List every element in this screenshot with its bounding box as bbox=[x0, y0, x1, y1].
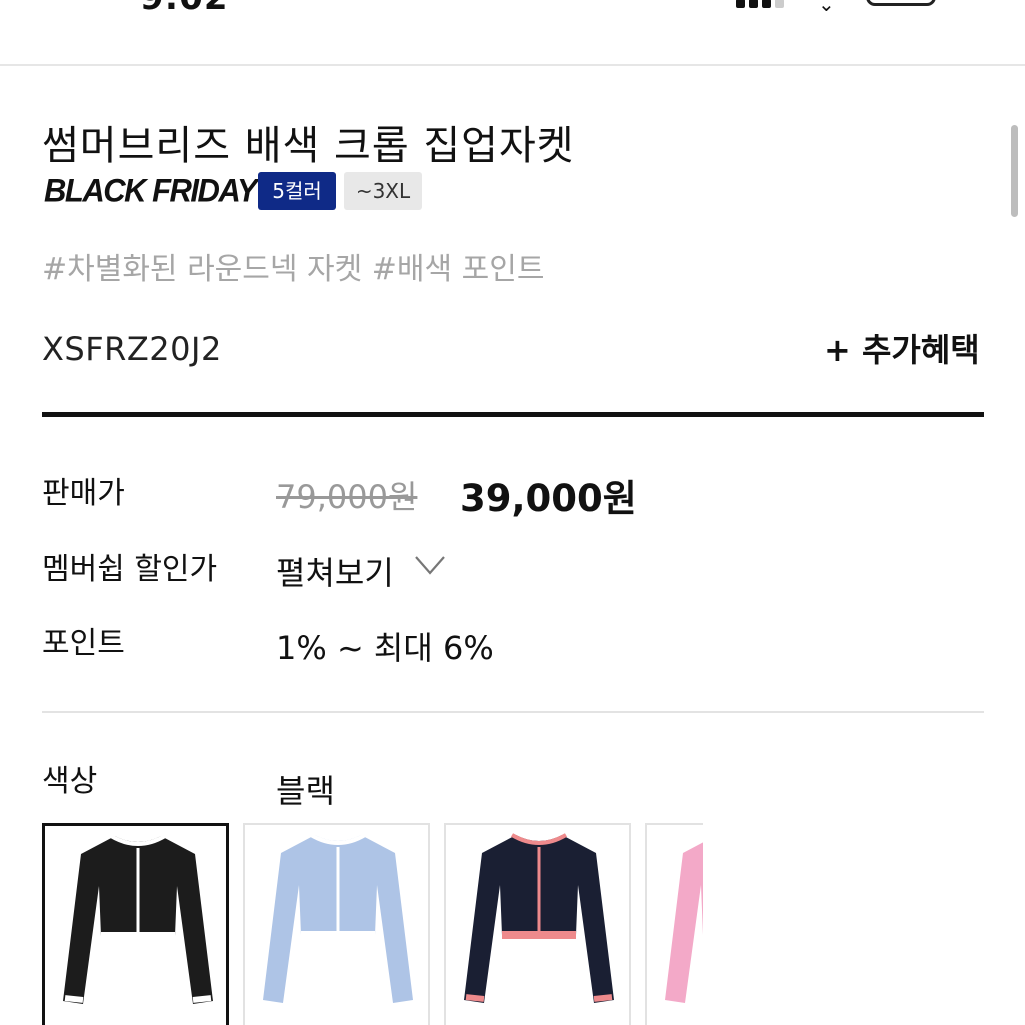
battery-icon bbox=[866, 0, 936, 6]
status-bar: 9:02 ⌄ bbox=[0, 0, 1025, 66]
size-range-badge: ~3XL bbox=[344, 172, 422, 210]
signal-icon bbox=[736, 0, 796, 8]
color-count-badge: 5컬러 bbox=[258, 172, 336, 210]
black-friday-logo: BLACK FRIDAY bbox=[44, 172, 258, 209]
selected-color-name: 블랙 bbox=[276, 772, 335, 810]
product-hashtags: #차별화된 라운드넥 자켓 #배색 포인트 bbox=[42, 252, 545, 287]
point-label: 포인트 bbox=[42, 626, 125, 661]
jacket-sky-blue-image bbox=[263, 833, 413, 1003]
status-time: 9:02 bbox=[140, 0, 229, 18]
scrollbar[interactable] bbox=[1011, 125, 1018, 217]
color-swatch-list bbox=[42, 823, 703, 1025]
product-title: 썸머브리즈 배색 크롭 집업자켓 bbox=[42, 123, 575, 169]
wifi-icon: ⌄ bbox=[818, 0, 835, 16]
expand-membership-toggle[interactable]: 펼쳐보기 bbox=[276, 548, 394, 594]
chevron-down-icon[interactable] bbox=[414, 553, 446, 577]
divider bbox=[42, 711, 984, 713]
jacket-pink-image bbox=[665, 842, 703, 1003]
color-swatch-pink[interactable] bbox=[645, 823, 703, 1025]
section-divider bbox=[42, 412, 984, 417]
color-swatch-navy-pink[interactable] bbox=[444, 823, 631, 1025]
product-code: XSFRZ20J2 bbox=[42, 330, 222, 368]
sale-price: 39,000원 bbox=[460, 477, 637, 520]
original-price: 79,000원 bbox=[276, 478, 418, 516]
color-label: 색상 bbox=[42, 764, 98, 799]
point-value: 1% ~ 최대 6% bbox=[276, 629, 494, 667]
color-swatch-sky-blue[interactable] bbox=[243, 823, 430, 1025]
jacket-navy-pink-image bbox=[464, 833, 614, 1003]
price-label: 판매가 bbox=[42, 476, 125, 511]
color-swatch-black[interactable] bbox=[42, 823, 229, 1025]
membership-price-label: 멤버쉽 할인가 bbox=[42, 552, 218, 587]
jacket-black-image bbox=[63, 834, 213, 1004]
additional-benefit-button[interactable]: + 추가혜택 bbox=[824, 325, 980, 371]
